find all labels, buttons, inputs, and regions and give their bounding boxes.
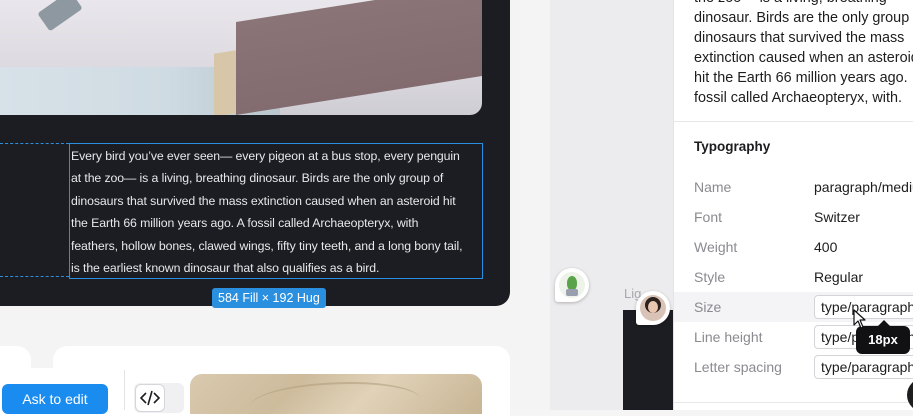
toolbar-divider (124, 370, 125, 410)
section-divider (674, 121, 913, 122)
property-label: Line height (694, 329, 763, 345)
paragraph-line: the Earth 66 million years ago. A fossil… (71, 216, 419, 231)
property-label: Letter spacing (694, 359, 782, 375)
hero-photo-board (236, 0, 482, 115)
property-value[interactable]: paragraph/medium (814, 172, 913, 202)
paragraph-line: dinosaurs that survived the mass extinct… (71, 193, 456, 208)
paragraph-line: at the zoo— is a living, breathing dinos… (71, 171, 444, 186)
paragraph-line: is the earliest known dinosaur that also… (71, 261, 380, 276)
paragraph-text[interactable]: Every bird you’ve ever seen— every pigeo… (71, 145, 483, 279)
property-label: Style (694, 269, 726, 285)
preview-line: dinosaur. Birds are the only group (694, 10, 910, 26)
preview-line: extinction caused when an asteroid (694, 50, 913, 66)
collaborator-avatar-person[interactable] (636, 291, 670, 325)
preview-line: fossil called Archaeopteryx, with. (694, 90, 902, 106)
hero-photo-board-edge (214, 50, 236, 115)
typography-section-title: Typography (694, 139, 771, 154)
paragraph-line: Every bird you’ve ever seen— every pigeo… (71, 149, 460, 163)
selection-guide-lines (0, 143, 69, 277)
fossil-photo (190, 374, 482, 414)
property-value[interactable]: Regular (814, 262, 863, 292)
code-icon (140, 390, 160, 406)
letter-spacing-token-chip[interactable]: type/paragraph (814, 355, 913, 379)
collaborator-avatar-plant[interactable] (555, 268, 589, 302)
value-tooltip: 18px (856, 320, 910, 354)
property-value[interactable]: Switzer (814, 202, 860, 232)
section-divider (674, 402, 913, 403)
property-row-name: Name paragraph/medium (674, 172, 913, 202)
property-label: Size (694, 299, 722, 315)
preview-line: hit the Earth 66 million years ago. (694, 70, 908, 86)
property-row-weight: Weight 400 (674, 232, 913, 262)
property-label: Weight (694, 239, 738, 255)
preview-line: dinosaurs that survived the mass (694, 30, 905, 46)
property-label: Font (694, 209, 723, 225)
plant-avatar-icon (559, 272, 585, 298)
dimension-badge: 584 Fill × 192 Hug (212, 288, 326, 308)
property-value[interactable]: 400 (814, 232, 837, 262)
preview-line: the zoo— is a living, breathing (694, 0, 913, 8)
hero-photo-object (37, 0, 83, 32)
mouse-cursor-icon (853, 309, 866, 329)
property-row-style: Style Regular (674, 262, 913, 292)
property-row-letter-spacing: Letter spacing type/paragraph (674, 352, 913, 382)
paragraph-line: feathers, hollow bones, clawed wings, fi… (71, 238, 463, 253)
property-row-font: Font Switzer (674, 202, 913, 232)
adjacent-frame-preview[interactable] (623, 310, 673, 410)
property-row-size: Size type/paragraph (674, 292, 913, 322)
hero-photo (0, 0, 482, 115)
code-view-button[interactable] (135, 384, 165, 412)
person-avatar-icon (640, 295, 666, 321)
property-label: Name (694, 179, 732, 195)
help-button[interactable] (907, 378, 913, 410)
text-content-preview: the zoo— is a living, breathing dinosaur… (694, 0, 913, 108)
